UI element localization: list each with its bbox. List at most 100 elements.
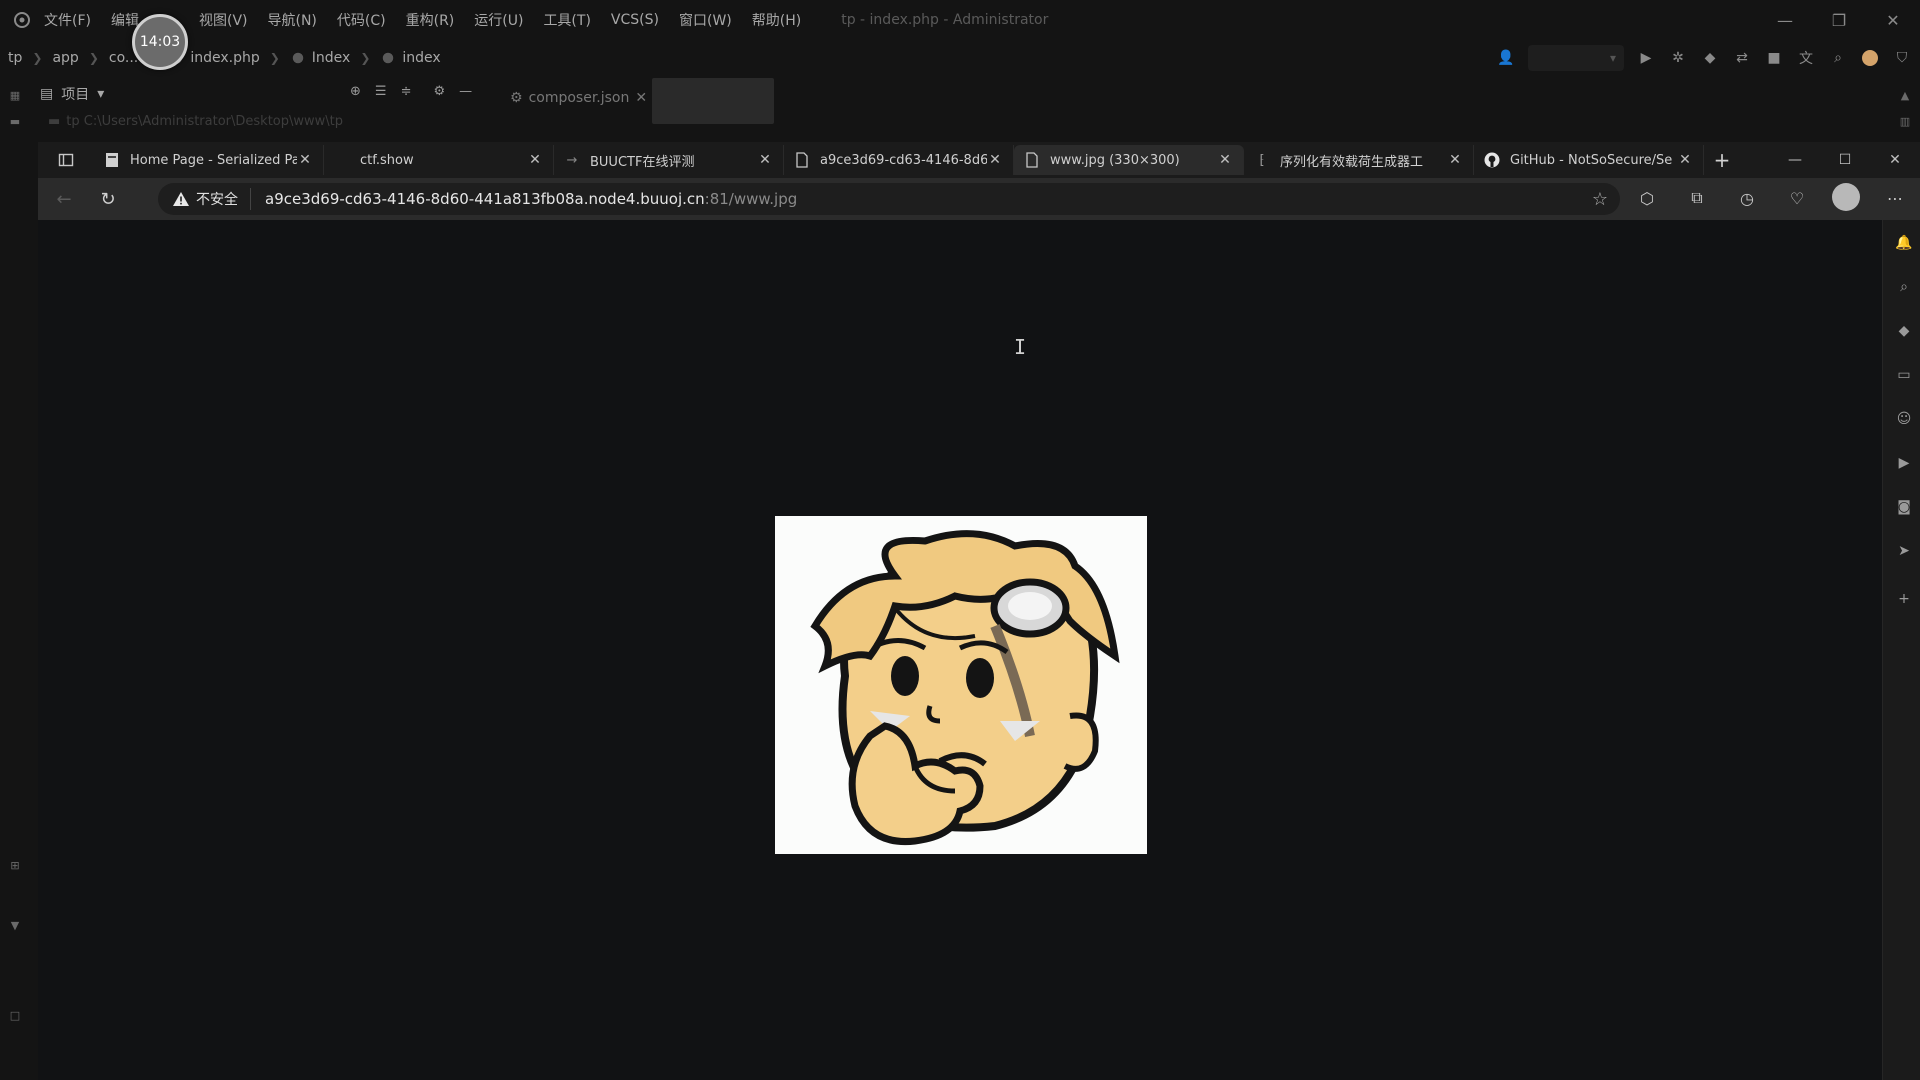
url-path: :81/www.jpg (704, 190, 798, 208)
shield-icon[interactable]: ⛉ (1892, 48, 1912, 68)
avatar-icon[interactable] (1860, 48, 1880, 68)
close-icon[interactable]: ✕ (1217, 152, 1233, 168)
menu-file[interactable]: 文件(F) (44, 10, 91, 30)
close-icon[interactable]: ✕ (297, 152, 313, 168)
close-icon[interactable]: ✕ (1447, 152, 1463, 168)
address-bar[interactable]: 不安全 a9ce3d69-cd63-4146-8d60-441a813fb08a… (158, 183, 1620, 215)
menu-code[interactable]: 代码(C) (337, 10, 386, 30)
project-root-path[interactable]: ▬ tp C:\Users\Administrator\Desktop\www\… (48, 114, 343, 129)
browser-tab-title: ctf.show (360, 152, 414, 168)
folder-icon[interactable]: ▬ (6, 112, 24, 130)
url-text[interactable]: a9ce3d69-cd63-4146-8d60-441a813fb08a.nod… (265, 190, 797, 208)
gear-icon[interactable]: ⚙ (433, 84, 445, 99)
menu-view[interactable]: 视图(V) (199, 10, 248, 30)
browser-tab[interactable]: GitHub - NotSoSecure/Se ✕ (1474, 145, 1704, 175)
browser-tab[interactable]: Home Page - Serialized Pa ✕ (94, 145, 324, 175)
menu-refactor[interactable]: 重构(R) (406, 10, 455, 30)
database-tool-icon[interactable]: ▥ (1896, 112, 1914, 130)
structure-tool-icon[interactable]: ⊞ (6, 856, 24, 874)
extensions-icon[interactable]: ⬡ (1632, 183, 1662, 213)
folder-icon: ▤ (40, 86, 54, 102)
search-icon[interactable]: ⌕ (1828, 48, 1848, 68)
editor-tab-label: composer.json (528, 90, 630, 106)
outlook-icon[interactable]: ◙ (1895, 498, 1913, 516)
ide-left-tool-rail: ▦ ▬ ⊞ ▼ □ (0, 76, 30, 1080)
translate-icon[interactable]: 文 (1796, 48, 1816, 68)
people-icon[interactable]: ☺ (1895, 410, 1913, 428)
close-icon[interactable]: ✕ (987, 152, 1003, 168)
close-icon[interactable]: ✕ (635, 90, 647, 106)
security-label: 不安全 (196, 192, 238, 208)
browser-toolbar-icons: ⬡ ⧉ ◷ ♡ ⋯ (1632, 183, 1910, 213)
run-icon[interactable]: ▶ (1636, 48, 1656, 68)
browser-tab[interactable]: a9ce3d69-cd63-4146-8d6 ✕ (784, 145, 1014, 175)
hide-icon[interactable]: — (459, 84, 472, 99)
search-icon[interactable]: ⌕ (1895, 278, 1913, 296)
displayed-image-thinking-face[interactable] (775, 516, 1147, 854)
collections-icon[interactable]: ⧉ (1682, 183, 1712, 213)
notifications-tool-icon[interactable]: ▲ (1896, 86, 1914, 104)
bookmarks-tool-icon[interactable]: ▼ (6, 916, 24, 934)
performance-icon[interactable]: ♡ (1782, 183, 1812, 213)
tag-icon[interactable]: ◆ (1895, 322, 1913, 340)
menu-window[interactable]: 窗口(W) (679, 10, 732, 30)
run-config-select[interactable]: ▾ (1528, 45, 1624, 71)
editor-tab-placeholder[interactable] (652, 78, 774, 124)
browser-sidebar: 🔔 ⌕ ◆ ▭ ☺ ▶ ◙ ➤ + (1882, 220, 1920, 1080)
breadcrumb-class[interactable]: Index (290, 50, 350, 66)
terminal-tool-icon[interactable]: □ (6, 1006, 24, 1024)
breadcrumb-app[interactable]: app (52, 50, 78, 66)
minimize-icon[interactable]: — (1770, 142, 1820, 178)
user-icon[interactable]: 👤 (1496, 48, 1516, 68)
project-view-selector[interactable]: ▤ 项目 ▾ (40, 84, 104, 104)
favorite-star-icon[interactable]: ☆ (1592, 189, 1608, 210)
breadcrumb-method[interactable]: index (380, 50, 441, 66)
ide-logo-icon[interactable] (0, 0, 44, 40)
restore-icon[interactable]: ❐ (1812, 0, 1866, 40)
history-icon[interactable]: ◷ (1732, 183, 1762, 213)
expand-all-icon[interactable]: ☰ (375, 84, 387, 99)
maximize-icon[interactable]: ☐ (1820, 142, 1870, 178)
locate-icon[interactable]: ⊕ (350, 84, 361, 99)
close-icon[interactable]: ✕ (1866, 0, 1920, 40)
browser-tab-active[interactable]: www.jpg (330×300) ✕ (1014, 145, 1244, 175)
browser-window: Home Page - Serialized Pa ✕ ctf.show ✕ →… (38, 142, 1920, 1080)
breadcrumb-root[interactable]: tp (8, 50, 22, 66)
stop-icon[interactable]: ■ (1764, 48, 1784, 68)
reload-button[interactable]: ↻ (88, 183, 128, 215)
profile-icon[interactable]: ⇄ (1732, 48, 1752, 68)
close-icon[interactable]: ✕ (757, 152, 773, 168)
menu-help[interactable]: 帮助(H) (752, 10, 801, 30)
document-icon (794, 152, 810, 168)
project-tool-icon[interactable]: ▦ (6, 86, 24, 104)
minimize-icon[interactable]: — (1758, 0, 1812, 40)
menu-run[interactable]: 运行(U) (474, 10, 523, 30)
close-icon[interactable]: ✕ (527, 152, 543, 168)
add-icon[interactable]: + (1895, 590, 1913, 608)
menu-tools[interactable]: 工具(T) (543, 10, 590, 30)
editor-tab-composer[interactable]: ⚙ composer.json ✕ (510, 90, 647, 106)
close-icon[interactable]: ✕ (1870, 142, 1920, 178)
menu-vcs[interactable]: VCS(S) (611, 12, 659, 28)
new-tab-button[interactable]: + (1704, 145, 1740, 175)
project-label: 项目 (61, 87, 90, 103)
send-icon[interactable]: ➤ (1895, 542, 1913, 560)
browser-tab[interactable]: → BUUCTF在线评测 ✕ (554, 145, 784, 175)
debug-icon[interactable]: ✲ (1668, 48, 1688, 68)
browser-tab[interactable]: ⁅ 序列化有效载荷生成器工 ✕ (1244, 145, 1474, 175)
site-security-chip[interactable]: 不安全 (158, 188, 251, 210)
profile-avatar[interactable] (1832, 183, 1860, 211)
close-icon[interactable]: ✕ (1677, 152, 1693, 168)
browser-tab-title: Home Page - Serialized Pa (130, 152, 297, 168)
browser-tab-strip: Home Page - Serialized Pa ✕ ctf.show ✕ →… (38, 142, 1920, 178)
back-button[interactable]: ← (44, 183, 84, 215)
play-icon[interactable]: ▶ (1895, 454, 1913, 472)
briefcase-icon[interactable]: ▭ (1895, 366, 1913, 384)
bell-icon[interactable]: 🔔 (1895, 234, 1913, 252)
tab-actions-button[interactable] (38, 142, 94, 178)
collapse-all-icon[interactable]: ≑ (401, 84, 412, 99)
more-menu-icon[interactable]: ⋯ (1880, 183, 1910, 213)
coverage-icon[interactable]: ◆ (1700, 48, 1720, 68)
menu-navigate[interactable]: 导航(N) (268, 10, 317, 30)
browser-tab[interactable]: ctf.show ✕ (324, 145, 554, 175)
